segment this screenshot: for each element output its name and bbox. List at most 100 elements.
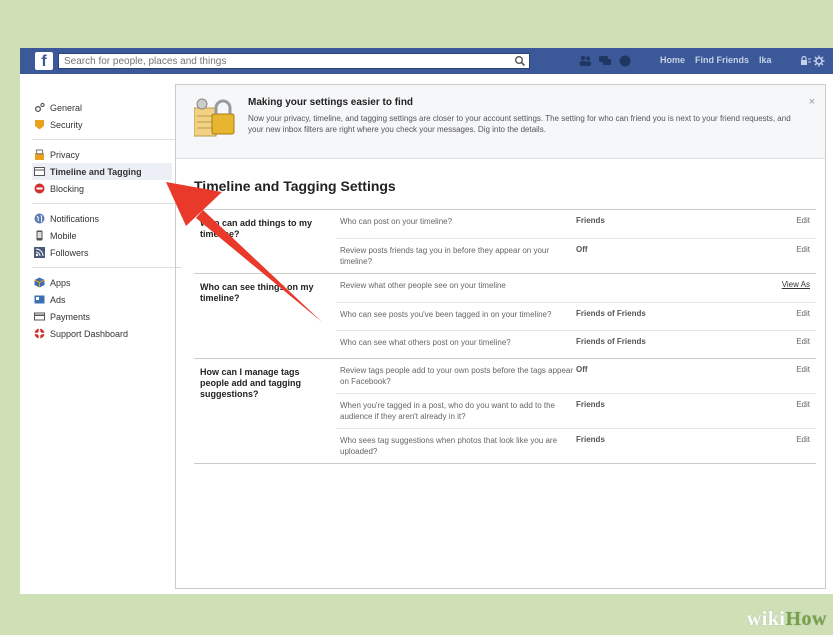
watermark-part2: How: [785, 608, 827, 630]
sidebar-group-account: General Security: [32, 96, 182, 140]
sidebar-group-notifications: Notifications Mobile Followers: [32, 207, 182, 268]
section-rows: Review tags people add to your own posts…: [336, 359, 816, 463]
setting-row: Who can post on your timeline? Friends E…: [336, 210, 816, 238]
lock-icon: [35, 149, 44, 160]
edit-button[interactable]: Edit: [756, 365, 816, 387]
find-friends-link[interactable]: Find Friends: [695, 55, 749, 65]
settings-section: Who can see things on my timeline? Revie…: [194, 274, 816, 359]
edit-button[interactable]: Edit: [756, 216, 816, 232]
notice-text: Now your privacy, timeline, and tagging …: [248, 114, 791, 134]
sidebar-item-notifications[interactable]: Notifications: [32, 210, 182, 227]
profile-link[interactable]: Ika: [759, 55, 772, 65]
sidebar-item-general[interactable]: General: [32, 99, 182, 116]
sidebar-item-label: General: [50, 102, 83, 113]
edit-button[interactable]: Edit: [756, 435, 816, 457]
facebook-logo-icon[interactable]: f: [35, 52, 53, 70]
setting-row: Review what other people see on your tim…: [336, 274, 816, 302]
sidebar-item-label: Timeline and Tagging: [50, 166, 142, 177]
setting-question: When you're tagged in a post, who do you…: [340, 401, 556, 421]
section-heading: Who can see things on my timeline?: [200, 282, 314, 303]
section-rows: Review what other people see on your tim…: [336, 274, 816, 358]
sidebar-group-privacy: Privacy Timeline and Tagging Blocking: [32, 143, 182, 204]
watermark-part1: wiki: [746, 608, 786, 630]
gear-icon[interactable]: [813, 55, 825, 67]
notifications-globe-icon[interactable]: [618, 54, 632, 68]
sidebar-item-mobile[interactable]: Mobile: [32, 227, 182, 244]
jewel-icons: [578, 54, 632, 68]
setting-question: Review tags people add to your own posts…: [340, 366, 574, 386]
sidebar-item-label: Mobile: [50, 230, 77, 241]
card-icon: [34, 312, 45, 321]
wikihow-watermark: wikiHow: [747, 608, 827, 631]
setting-row: Review tags people add to your own posts…: [336, 359, 816, 393]
privacy-shortcuts-icon[interactable]: [799, 55, 811, 67]
close-icon[interactable]: ×: [809, 96, 815, 108]
gear-icon: [34, 102, 45, 113]
timeline-icon: [34, 167, 45, 176]
edit-button[interactable]: Edit: [756, 337, 816, 352]
setting-value: Off: [576, 245, 588, 254]
home-link[interactable]: Home: [660, 55, 685, 65]
page-title: Timeline and Tagging Settings: [194, 178, 396, 194]
setting-row: When you're tagged in a post, who do you…: [336, 393, 816, 428]
view-as-link[interactable]: View As: [756, 280, 816, 296]
sidebar-item-followers[interactable]: Followers: [32, 244, 182, 261]
setting-value: Off: [576, 365, 588, 374]
sidebar-item-security[interactable]: Security: [32, 116, 182, 133]
sidebar-item-apps[interactable]: Apps: [32, 274, 182, 291]
search-input[interactable]: [59, 54, 499, 68]
sidebar-item-label: Notifications: [50, 213, 100, 224]
sidebar-item-label: Payments: [50, 311, 91, 322]
edit-button[interactable]: Edit: [756, 400, 816, 422]
shield-icon: [35, 120, 44, 130]
setting-question: Review what other people see on your tim…: [340, 281, 506, 290]
search-box[interactable]: [58, 53, 530, 69]
ads-icon: [34, 295, 45, 304]
setting-value: Friends: [576, 216, 605, 225]
settings-table: Who can add things to my timeline? Who c…: [194, 209, 816, 464]
globe-icon: [34, 213, 45, 224]
phone-icon: [36, 230, 43, 241]
friend-requests-icon[interactable]: [578, 54, 592, 68]
sidebar-item-label: Support Dashboard: [50, 328, 129, 339]
section-rows: Who can post on your timeline? Friends E…: [336, 210, 816, 273]
setting-value: Friends: [576, 400, 605, 409]
settings-sidebar: General Security Privacy Timeline and Ta…: [32, 96, 182, 351]
search-icon[interactable]: [514, 55, 526, 67]
setting-question: Who can see posts you've been tagged in …: [340, 310, 552, 319]
settings-notice: Making your settings easier to find Now …: [176, 85, 825, 159]
setting-question: Review posts friends tag you in before t…: [340, 246, 550, 266]
sidebar-item-timeline-and-tagging[interactable]: Timeline and Tagging: [32, 163, 172, 180]
setting-value: Friends: [576, 435, 605, 444]
setting-value: [576, 280, 756, 296]
edit-button[interactable]: Edit: [756, 309, 816, 324]
notice-title: Making your settings easier to find: [248, 97, 414, 108]
sidebar-item-support-dashboard[interactable]: Support Dashboard: [32, 325, 182, 342]
setting-value: Friends of Friends: [576, 309, 646, 318]
sidebar-item-label: Security: [50, 119, 83, 130]
sidebar-item-payments[interactable]: Payments: [32, 308, 182, 325]
sidebar-item-label: Followers: [50, 247, 89, 258]
setting-row: Review posts friends tag you in before t…: [336, 238, 816, 273]
top-links: Home Find Friends Ika: [660, 55, 772, 65]
section-heading: Who can add things to my timeline?: [200, 218, 312, 239]
settings-lock-icon: [194, 98, 235, 137]
block-icon: [34, 183, 45, 194]
sidebar-group-apps: Apps Ads Payments Support Dashboard: [32, 271, 182, 348]
edit-button[interactable]: Edit: [756, 245, 816, 267]
sidebar-item-label: Privacy: [50, 149, 80, 160]
setting-question: Who can see what others post on your tim…: [340, 338, 511, 347]
sidebar-item-privacy[interactable]: Privacy: [32, 146, 182, 163]
setting-question: Who can post on your timeline?: [340, 217, 453, 226]
settings-content: Making your settings easier to find Now …: [175, 84, 826, 589]
sidebar-item-blocking[interactable]: Blocking: [32, 180, 182, 197]
sidebar-item-ads[interactable]: Ads: [32, 291, 182, 308]
cube-icon: [34, 277, 45, 288]
messages-icon[interactable]: [598, 54, 612, 68]
lifebuoy-icon: [34, 328, 45, 339]
sidebar-item-label: Apps: [50, 277, 71, 288]
rss-icon: [34, 247, 45, 258]
setting-question: Who sees tag suggestions when photos tha…: [340, 436, 558, 456]
section-heading: How can I manage tags people add and tag…: [200, 367, 301, 399]
setting-row: Who can see posts you've been tagged in …: [336, 302, 816, 330]
